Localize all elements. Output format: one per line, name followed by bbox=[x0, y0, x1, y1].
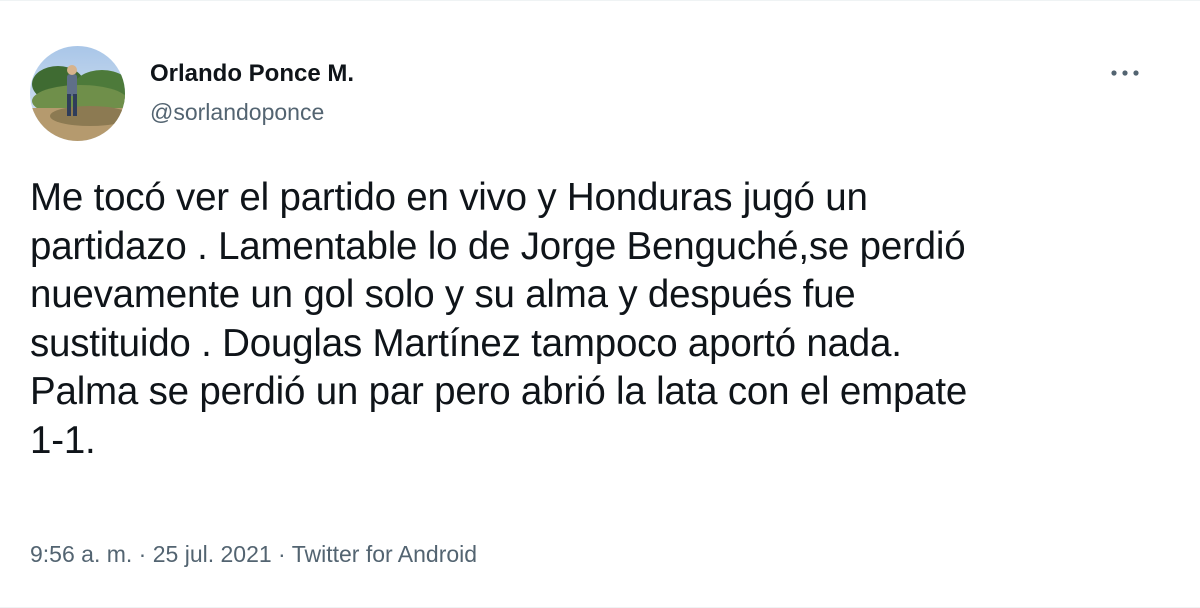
tweet-card: Orlando Ponce M. @sorlandoponce Me tocó … bbox=[0, 0, 1200, 608]
more-options-button[interactable] bbox=[1100, 53, 1150, 93]
tweet-date[interactable]: 25 jul. 2021 bbox=[153, 541, 272, 567]
author-display-name[interactable]: Orlando Ponce M. bbox=[150, 59, 354, 89]
tweet-time[interactable]: 9:56 a. m. bbox=[30, 541, 132, 567]
tweet-source: Twitter for Android bbox=[291, 541, 478, 567]
author-handle[interactable]: @sorlandoponce bbox=[150, 97, 324, 127]
meta-separator: · bbox=[132, 541, 153, 567]
tweet-metadata: 9:56 a. m. · 25 jul. 2021 · Twitter for … bbox=[30, 539, 477, 569]
avatar-photo-icon bbox=[30, 46, 125, 141]
avatar[interactable] bbox=[30, 46, 125, 141]
tweet-text: Me tocó ver el partido en vivo y Hondura… bbox=[30, 176, 968, 462]
more-horizontal-icon bbox=[1111, 70, 1139, 76]
meta-separator: · bbox=[271, 541, 292, 567]
